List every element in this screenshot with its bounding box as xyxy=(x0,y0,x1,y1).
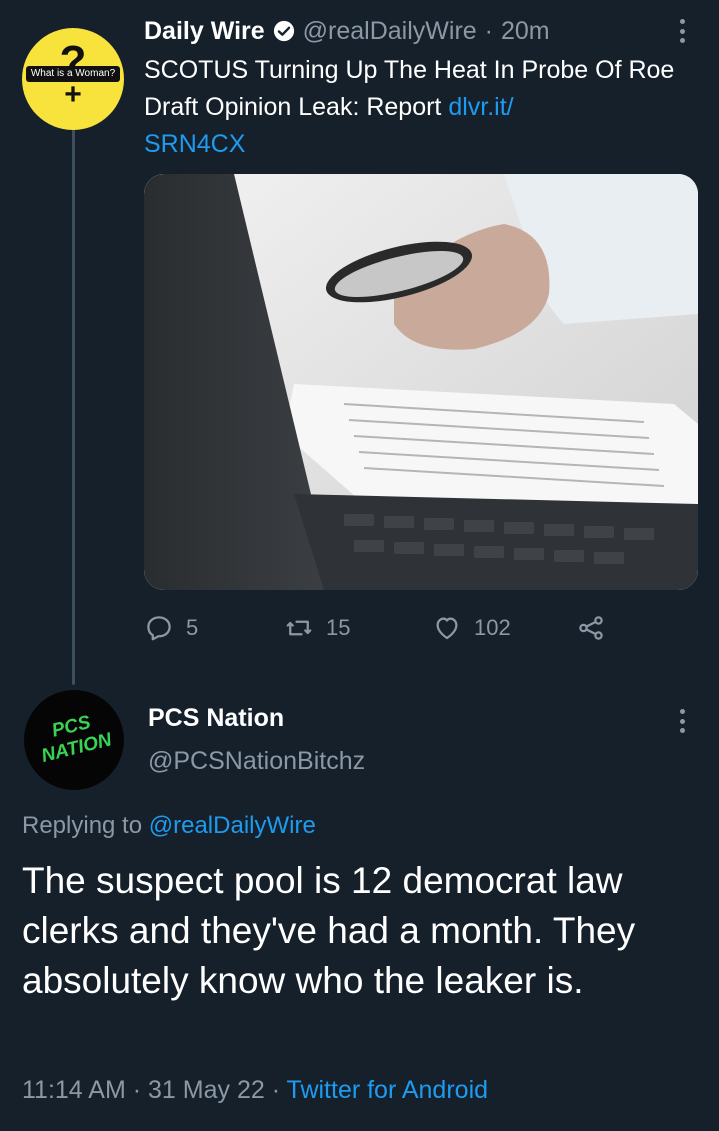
tweet-link[interactable]: dlvr.it/ xyxy=(448,93,513,121)
author-handle[interactable]: @realDailyWire xyxy=(303,17,477,46)
avatar[interactable]: PCS NATION xyxy=(24,690,124,790)
tweet-text: The suspect pool is 12 democrat law cler… xyxy=(22,860,636,1001)
tweet-text: SCOTUS Turning Up The Heat In Probe Of R… xyxy=(144,52,689,163)
share-icon xyxy=(579,616,603,640)
tweet-media-image[interactable] xyxy=(144,174,698,590)
reply-icon xyxy=(147,616,171,641)
tweet-time[interactable]: 20m xyxy=(501,17,550,46)
like-count: 102 xyxy=(474,615,511,640)
thread-connector-line xyxy=(72,125,75,685)
tweet-time[interactable]: 11:14 AM xyxy=(22,1076,126,1104)
header-separator: · xyxy=(484,16,493,45)
avatar[interactable]: ? What is a Woman? + xyxy=(22,28,124,130)
tweet-metadata: 11:14 AM · 31 May 22 · Twitter for Andro… xyxy=(22,1072,488,1108)
author-handle[interactable]: @PCSNationBitchz xyxy=(148,744,365,778)
meta-separator: · xyxy=(271,1076,281,1104)
retweet-button[interactable]: 15 xyxy=(284,606,350,650)
avatar-plus: + xyxy=(64,78,82,111)
tweet-link-continued[interactable]: SRN4CX xyxy=(144,130,245,158)
tweet-actions: 5 15 102 xyxy=(144,606,704,650)
retweet-count: 15 xyxy=(326,615,351,640)
more-options-icon[interactable] xyxy=(670,706,694,736)
tweet-text-body: SCOTUS Turning Up The Heat In Probe Of R… xyxy=(144,56,675,121)
author-name[interactable]: PCS Nation xyxy=(148,701,284,735)
verified-badge-icon xyxy=(273,20,295,42)
tweet-source-link[interactable]: Twitter for Android xyxy=(287,1076,488,1104)
replying-to: Replying to @realDailyWire xyxy=(22,808,316,844)
tweet-date[interactable]: 31 May 22 xyxy=(148,1076,265,1104)
replying-prefix: Replying to xyxy=(22,812,143,839)
like-button[interactable]: 102 xyxy=(432,606,511,650)
meta-separator: · xyxy=(132,1076,142,1104)
more-options-icon[interactable] xyxy=(670,16,694,46)
author-name[interactable]: Daily Wire xyxy=(144,17,265,46)
reply-button[interactable]: 5 xyxy=(144,606,198,650)
avatar-logo: PCS NATION xyxy=(39,711,114,768)
tweet-header: Daily Wire @realDailyWire · 20m xyxy=(144,14,550,48)
magnifying-glass-photo-icon xyxy=(144,174,698,590)
reply-count: 5 xyxy=(186,615,199,640)
replying-handle-link[interactable]: @realDailyWire xyxy=(149,812,316,839)
heart-icon xyxy=(436,617,458,640)
retweet-icon xyxy=(286,620,312,636)
share-button[interactable] xyxy=(576,606,618,650)
